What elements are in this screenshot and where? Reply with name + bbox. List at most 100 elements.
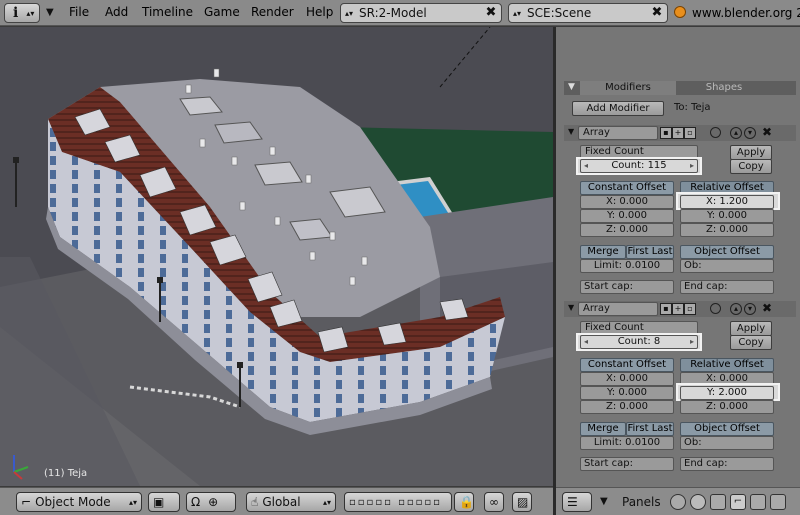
decrement-icon[interactable]: ◂ (584, 160, 588, 172)
increment-icon[interactable]: ▸ (690, 160, 694, 172)
merge-toggle[interactable]: Merge (580, 422, 626, 436)
delete-modifier-icon[interactable]: ✖ (762, 301, 772, 315)
offset-object-field[interactable]: Ob: (680, 259, 774, 273)
first-last-toggle[interactable]: First Last (626, 422, 674, 436)
decrement-icon[interactable]: ◂ (584, 336, 588, 348)
constant-y-field[interactable]: Y: 0.000 (580, 386, 674, 400)
editmode-toggle-icon[interactable]: ▫ (684, 127, 696, 139)
modifier-header-2: ▼ Array ▪ + ▫ ▴ ▾ ✖ (564, 301, 796, 317)
move-up-icon[interactable]: ▴ (730, 127, 742, 139)
relative-z-field[interactable]: Z: 0.000 (680, 223, 774, 237)
realtime-toggle-icon[interactable]: + (672, 127, 684, 139)
collapse-icon[interactable]: ▼ (568, 303, 574, 312)
relative-y-field[interactable]: Y: 0.000 (680, 209, 774, 223)
cage-circle-icon[interactable] (710, 127, 721, 138)
object-offset-toggle[interactable]: Object Offset (680, 245, 774, 259)
menu-file[interactable]: File (69, 5, 89, 19)
modifier-name-field[interactable]: Array (578, 126, 658, 140)
end-cap-field[interactable]: End cap: (680, 457, 774, 471)
constant-x-field[interactable]: X: 0.000 (580, 372, 674, 386)
image-icon: ▨ (517, 495, 529, 509)
info-window-button[interactable]: i ▴▾ (4, 3, 40, 23)
close-icon[interactable]: ✖ (483, 5, 499, 21)
3d-viewport[interactable]: (11) Teja (0, 27, 553, 486)
tab-modifiers[interactable]: Modifiers (580, 81, 676, 95)
copy-button[interactable]: Copy (730, 335, 772, 350)
relative-y-field[interactable]: Y: 2.000 (680, 386, 774, 400)
first-last-toggle[interactable]: First Last (626, 245, 674, 259)
object-context-icon[interactable] (710, 494, 726, 510)
menu-game[interactable]: Game (204, 5, 240, 19)
move-down-icon[interactable]: ▾ (744, 303, 756, 315)
relative-z-field[interactable]: Z: 0.000 (680, 400, 774, 414)
orientation-label: Global (262, 495, 301, 509)
start-cap-field[interactable]: Start cap: (580, 457, 674, 471)
mode-selector[interactable]: ⌐ Object Mode ▴▾ (16, 492, 142, 512)
constant-offset-toggle[interactable]: Constant Offset (580, 358, 674, 372)
editing-context-icon[interactable]: ⌐ (730, 494, 746, 510)
merge-toggle[interactable]: Merge (580, 245, 626, 259)
menu-timeline[interactable]: Timeline (142, 5, 193, 19)
count-field[interactable]: ◂ Count: 115 ▸ (580, 159, 698, 173)
axis-widget-icon (8, 425, 32, 455)
apply-button[interactable]: Apply (730, 145, 772, 160)
add-modifier-button[interactable]: Add Modifier (572, 101, 664, 116)
move-up-icon[interactable]: ▴ (730, 303, 742, 315)
editmode-toggle-icon[interactable]: ▫ (684, 303, 696, 315)
screen-selector[interactable]: ▴▾ SR:2-Model ✖ (340, 3, 502, 23)
count-field[interactable]: ◂ Count: 8 ▸ (580, 335, 698, 349)
scene-context-icon[interactable] (750, 494, 766, 510)
draw-type-selector[interactable]: ▣ (148, 492, 180, 512)
building-scene (0, 27, 553, 486)
constant-z-field[interactable]: Z: 0.000 (580, 223, 674, 237)
copy-button[interactable]: Copy (730, 159, 772, 174)
logic-context-icon[interactable] (670, 494, 686, 510)
collapse-icon[interactable]: ▼ (568, 127, 574, 136)
object-offset-toggle[interactable]: Object Offset (680, 422, 774, 436)
constant-y-field[interactable]: Y: 0.000 (580, 209, 674, 223)
menu-help[interactable]: Help (306, 5, 333, 19)
merge-limit-field[interactable]: Limit: 0.0100 (580, 436, 674, 450)
delete-modifier-icon[interactable]: ✖ (762, 125, 772, 139)
url-text[interactable]: www.blender.org 2 (692, 6, 800, 20)
merge-limit-field[interactable]: Limit: 0.0100 (580, 259, 674, 273)
render-button[interactable]: ▨ (512, 492, 532, 512)
increment-icon[interactable]: ▸ (690, 336, 694, 348)
collapse-icon[interactable]: ▼ (568, 82, 575, 92)
relative-offset-toggle[interactable]: Relative Offset (680, 358, 774, 372)
collapse-menu-icon[interactable]: ▼ (46, 7, 54, 18)
scene-name: SCE:Scene (527, 6, 592, 20)
count-value: Count: 8 (617, 336, 661, 347)
modifier-name-field[interactable]: Array (578, 302, 658, 316)
offset-object-field[interactable]: Ob: (680, 436, 774, 450)
tab-shapes[interactable]: Shapes (676, 81, 772, 95)
menu-render[interactable]: Render (251, 5, 294, 19)
layer-buttons[interactable]: ▫▫▫▫▫ ▫▫▫▫▫ (344, 492, 452, 512)
constant-z-field[interactable]: Z: 0.000 (580, 400, 674, 414)
collapse-menu-icon[interactable]: ▼ (600, 496, 608, 507)
menu-add[interactable]: Add (105, 5, 128, 19)
start-cap-field[interactable]: Start cap: (580, 280, 674, 294)
scene-selector[interactable]: ▴▾ SCE:Scene ✖ (508, 3, 668, 23)
render-toggle-icon[interactable]: ▪ (660, 303, 672, 315)
end-cap-field[interactable]: End cap: (680, 280, 774, 294)
lock-button[interactable]: 🔒 (454, 492, 474, 512)
link-button[interactable]: ∞ (484, 492, 504, 512)
link-icon: ∞ (489, 495, 499, 509)
relative-x-field[interactable]: X: 1.200 (680, 195, 774, 209)
close-icon[interactable]: ✖ (649, 5, 665, 21)
shading-context-icon[interactable] (690, 494, 706, 510)
render-toggle-icon[interactable]: ▪ (660, 127, 672, 139)
constant-x-field[interactable]: X: 0.000 (580, 195, 674, 209)
world-context-icon[interactable] (770, 494, 786, 510)
realtime-toggle-icon[interactable]: + (672, 303, 684, 315)
apply-button[interactable]: Apply (730, 321, 772, 336)
move-down-icon[interactable]: ▾ (744, 127, 756, 139)
cage-circle-icon[interactable] (710, 303, 721, 314)
window-type-selector[interactable]: ☰ (562, 492, 592, 512)
constant-offset-toggle[interactable]: Constant Offset (580, 181, 674, 195)
chevron-updown-icon: ▴▾ (345, 8, 354, 18)
pivot-selector[interactable]: Ω ⊕ (186, 492, 236, 512)
panels-menu[interactable]: Panels (622, 495, 661, 509)
orientation-selector[interactable]: ☝ Global ▴▾ (246, 492, 336, 512)
